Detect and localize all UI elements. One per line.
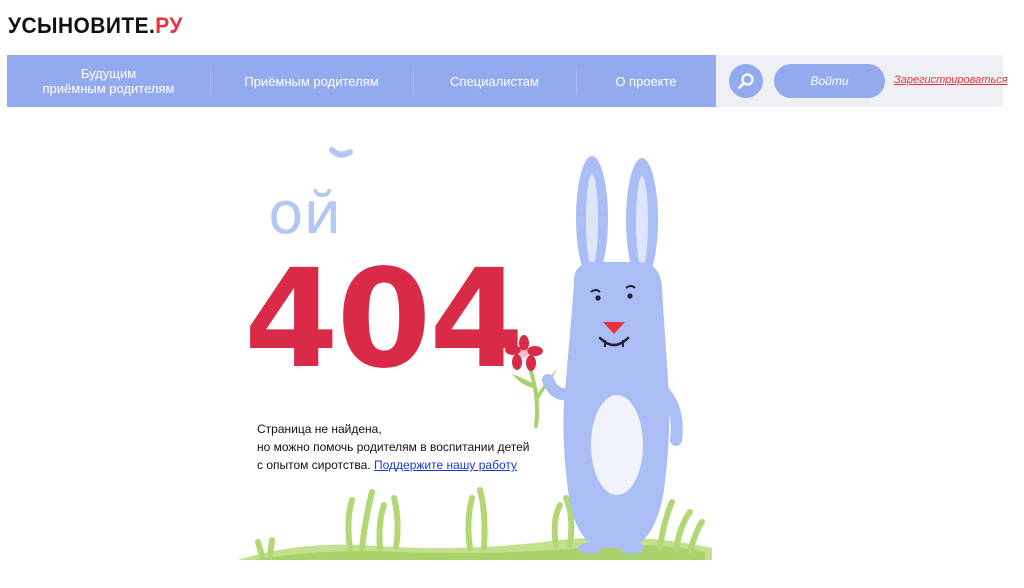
error-code: 404 (244, 241, 522, 399)
error-illustration: ой 404 (238, 147, 712, 560)
error-message-line-2: но можно помочь родителям в воспитании д… (257, 440, 530, 454)
error-message: Страница не найдена, но можно помочь род… (257, 420, 530, 474)
support-link[interactable]: Поддержите нашу работу (374, 458, 517, 472)
error-message-line-3-text: с опытом сиротства. (257, 458, 371, 472)
error-message-line-3: с опытом сиротства. Поддержите нашу рабо… (257, 456, 530, 474)
error-message-line-1: Страница не найдена, (257, 422, 382, 436)
bunny-illustration (542, 156, 683, 554)
oops-breve (329, 147, 353, 158)
oops-word: ой (268, 179, 341, 247)
